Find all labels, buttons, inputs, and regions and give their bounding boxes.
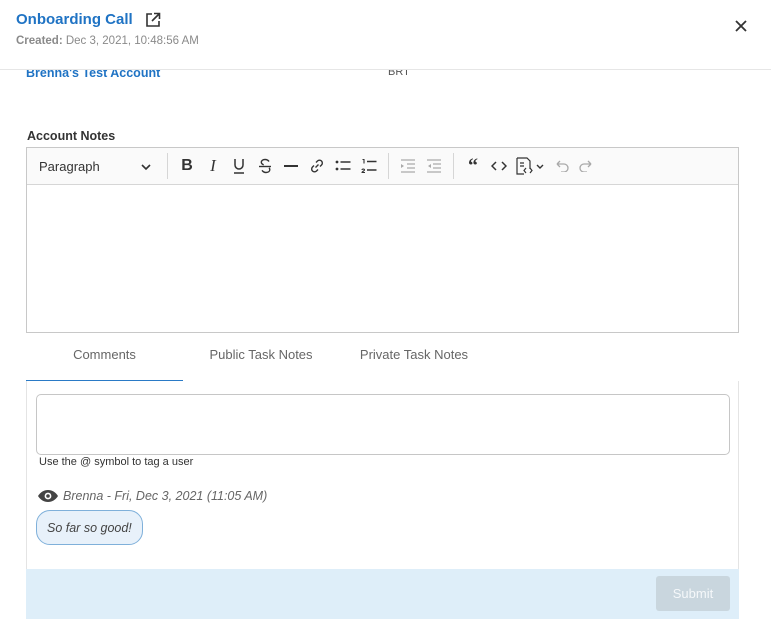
indent-icon[interactable] [421, 153, 447, 179]
eye-icon [37, 489, 59, 503]
tab-comments[interactable]: Comments [26, 342, 183, 382]
paragraph-format-label: Paragraph [39, 158, 100, 174]
created-label: Created: [16, 35, 63, 47]
comment-footer: Submit [26, 569, 739, 619]
toolbar-divider [167, 153, 168, 179]
link-icon[interactable] [304, 153, 330, 179]
block-quote-icon[interactable]: “ [460, 153, 486, 179]
outdent-icon[interactable] [395, 153, 421, 179]
submit-button[interactable]: Submit [656, 576, 730, 611]
tab-private-task-notes[interactable]: Private Task Notes [344, 342, 484, 382]
account-name-link[interactable]: Brenna's Test Account [26, 70, 160, 80]
modal-header: Onboarding Call Created: Dec 3, 2021, 10… [0, 0, 771, 70]
modal-body[interactable]: Brenna's Test Account BRT Account Notes … [0, 70, 771, 639]
close-icon[interactable] [733, 18, 749, 34]
comment-author-date: Brenna - Fri, Dec 3, 2021 (11:05 AM) [63, 489, 268, 503]
insert-template-icon[interactable] [512, 153, 548, 179]
chevron-down-icon [141, 159, 151, 174]
account-notes-editor[interactable] [27, 185, 738, 332]
external-link-icon[interactable] [145, 12, 161, 28]
toolbar-divider [388, 153, 389, 179]
page-title[interactable]: Onboarding Call [16, 11, 133, 28]
toolbar-divider [453, 153, 454, 179]
strikethrough-icon[interactable] [252, 153, 278, 179]
tab-public-task-notes[interactable]: Public Task Notes [193, 342, 329, 382]
comment-input[interactable] [36, 394, 730, 455]
comments-panel: Use the @ symbol to tag a user Brenna - … [26, 381, 739, 569]
bulleted-list-icon[interactable] [330, 153, 356, 179]
comment-bubble: So far so good! [36, 510, 143, 545]
underline-icon[interactable] [226, 153, 252, 179]
italic-icon[interactable]: I [200, 153, 226, 179]
account-notes-label: Account Notes [27, 129, 116, 143]
redo-icon[interactable] [574, 153, 600, 179]
tag-user-hint: Use the @ symbol to tag a user [39, 456, 194, 468]
title-row: Onboarding Call [16, 11, 161, 28]
paragraph-format-select[interactable]: Paragraph [39, 159, 161, 174]
comment-meta: Brenna - Fri, Dec 3, 2021 (11:05 AM) [37, 489, 267, 503]
notes-tabs: Comments Public Task Notes Private Task … [26, 342, 739, 382]
undo-icon[interactable] [548, 153, 574, 179]
created-value: Dec 3, 2021, 10:48:56 AM [65, 35, 199, 47]
code-icon[interactable] [486, 153, 512, 179]
numbered-list-icon[interactable] [356, 153, 382, 179]
bold-icon[interactable]: B [174, 153, 200, 179]
editor-toolbar: Paragraph B I “ [27, 148, 738, 185]
account-code: BRT [388, 70, 410, 78]
rich-text-editor: Paragraph B I “ [26, 147, 739, 333]
horizontal-line-icon[interactable] [278, 153, 304, 179]
created-timestamp: Created: Dec 3, 2021, 10:48:56 AM [16, 35, 199, 47]
